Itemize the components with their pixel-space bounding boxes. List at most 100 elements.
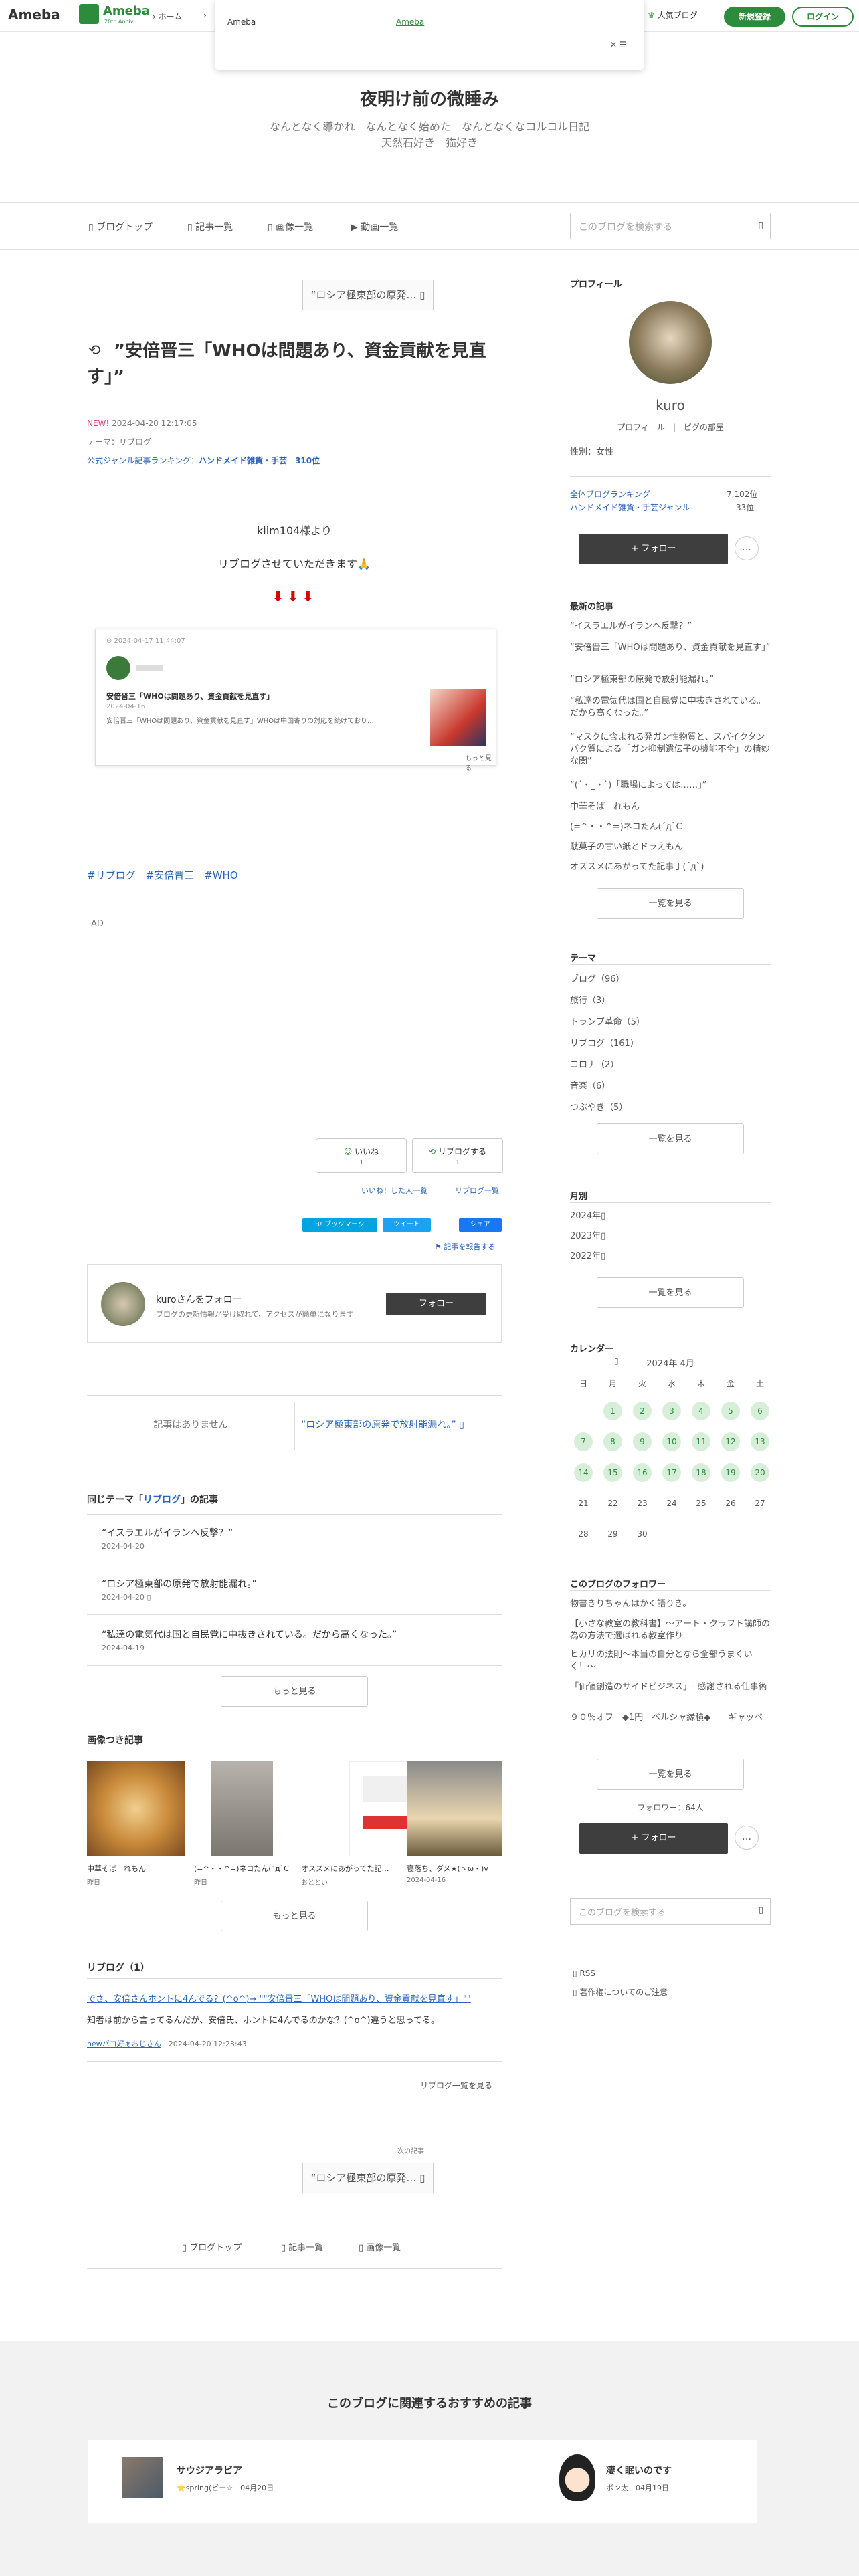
like-button[interactable]: ☺ いいね 1 — [316, 1138, 407, 1173]
follower-item[interactable]: 物書きりちゃんはかく語りき。 — [570, 1598, 771, 1610]
article-ranking[interactable]: 公式ジャンル記事ランキング：ハンドメイド雑貨・手芸 310位 — [87, 455, 320, 466]
latest-item[interactable]: “ロシア極東部の原発で放射能漏れ。” — [570, 674, 771, 686]
calendar-day[interactable]: 11 — [692, 1432, 710, 1451]
calendar-day[interactable]: 15 — [603, 1463, 622, 1482]
calendar-day[interactable]: 10 — [662, 1432, 681, 1451]
ameba-logo[interactable]: Ameba — [8, 7, 60, 23]
follower-item[interactable]: ヒカリの法則〜本当の自分となら全部うまくいく！〜 — [570, 1649, 771, 1673]
bottom-nav-articles[interactable]: ▯ 記事一覧 — [281, 2240, 323, 2253]
follower-item[interactable]: 【小さな教室の教科書】〜アート・クラフト講師の為の方法で選ばれる教室作り — [570, 1618, 771, 1642]
latest-item[interactable]: 駄菓子の甘い紙とドラえもん — [570, 841, 771, 853]
reblog-list-link[interactable]: リブログ一覧 — [455, 1185, 499, 1196]
signup-button[interactable]: 新規登録 — [724, 7, 785, 27]
month-item[interactable]: 2022年▯ — [570, 1251, 771, 1263]
popup-close-button[interactable]: ✕ ☰ — [610, 40, 627, 49]
blog-title[interactable]: 夜明け前の微睡み — [0, 86, 859, 110]
calendar-day[interactable]: 9 — [633, 1432, 652, 1451]
calendar-day[interactable]: 8 — [603, 1432, 622, 1451]
latest-item[interactable]: “マスクに含まれる発ガン性物質と、スパイクタンパク質による「ガン抑制遺伝子の機能… — [570, 732, 771, 768]
home-link[interactable]: › ホーム — [153, 11, 182, 22]
reblog-button[interactable]: ⟲ リブログする 1 — [412, 1138, 503, 1173]
rank-genre-link[interactable]: ハンドメイド雑貨・手芸ジャンル — [570, 502, 690, 513]
article-title[interactable]: ”安倍晋三「WHOは問題あり、資金貢献を見直す」” — [87, 338, 502, 391]
follower-item[interactable]: 「価値創造のサイドビジネス」- 感謝される仕事術 — [570, 1681, 771, 1693]
latest-item[interactable]: 中華そば れもん — [570, 801, 771, 813]
facebook-share-button[interactable]: シェア — [459, 1218, 502, 1232]
theme-item[interactable]: リブログ（161） — [570, 1038, 771, 1050]
profile-avatar[interactable] — [629, 301, 712, 384]
rss-link[interactable]: ▯ RSS — [573, 1969, 595, 1978]
sidebar-follow-button-2[interactable]: + フォロー — [579, 1823, 728, 1854]
liked-users-link[interactable]: いいね！した人一覧 — [361, 1185, 427, 1196]
blog-search-input[interactable]: このブログを検索する ▯ — [570, 213, 771, 239]
image-article-title[interactable]: 中華そば れもん — [87, 1863, 146, 1874]
hatena-bookmark-button[interactable]: B! ブックマーク — [302, 1218, 377, 1232]
header-link-2[interactable]: › — [203, 11, 207, 20]
theme-item[interactable]: つぶやき（5） — [570, 1102, 771, 1114]
nav-videos[interactable]: ▶ 動画一覧 — [351, 220, 398, 233]
search-icon[interactable]: ▯ — [759, 1905, 763, 1915]
next-article-button[interactable]: “ロシア極東部の原発… ▯ — [302, 2163, 434, 2193]
calendar-day[interactable]: 1 — [603, 1402, 622, 1420]
more-button[interactable]: もっと見る — [221, 1676, 368, 1707]
image-article-thumb-4[interactable] — [407, 1761, 502, 1856]
nav-articles[interactable]: ▯ 記事一覧 — [187, 220, 233, 233]
latest-item[interactable]: “イスラエルがイランへ反撃？” — [570, 621, 771, 633]
recommend-thumb-1[interactable] — [122, 2457, 163, 2498]
calendar-day[interactable]: 14 — [574, 1463, 593, 1482]
hashtags[interactable]: #リブログ #安倍晋三 #WHO — [87, 868, 238, 882]
follower-item[interactable]: ９０％オフ ◆1円 ベルシャ縁積◆ ギャッペ — [570, 1712, 771, 1724]
theme-item[interactable]: ブログ（96） — [570, 974, 771, 986]
image-article-thumb-1[interactable] — [87, 1761, 185, 1856]
latest-item[interactable]: (=^・・^=)ネコたん(´д`C — [570, 821, 771, 833]
calendar-day[interactable]: 5 — [721, 1402, 740, 1420]
calendar-day[interactable]: 13 — [751, 1432, 769, 1451]
list-item[interactable]: “ロシア極東部の原発で放射能漏れ。” — [102, 1577, 257, 1590]
embed-more[interactable]: もっと見る — [465, 752, 496, 772]
latest-item[interactable]: “安倍晋三「WHOは問題あり、資金貢献を見直す」” — [570, 642, 771, 654]
recommend-thumb-2[interactable] — [559, 2454, 595, 2501]
bottom-nav-images[interactable]: ▯ 画像一覧 — [359, 2240, 401, 2253]
image-article-thumb-2[interactable] — [211, 1761, 273, 1856]
followers-more-button[interactable]: 一覧を見る — [597, 1759, 744, 1790]
calendar-day[interactable]: 12 — [721, 1432, 740, 1451]
popup-link[interactable]: Ameba — [396, 17, 424, 27]
copyright-link[interactable]: ▯ 著作権についてのご注意 — [573, 1986, 668, 1998]
sidebar-search-input[interactable]: このブログを検索する ▯ — [570, 1898, 771, 1925]
recommend-title-1[interactable]: サウジアラビア — [177, 2464, 242, 2477]
theme-item[interactable]: トランプ革命（5） — [570, 1016, 771, 1029]
more-options-button-2[interactable]: … — [735, 1826, 759, 1850]
latest-item[interactable]: “私達の電気代は国と自民党に中抜きされている。だから高くなった。” — [570, 695, 771, 720]
calendar-day[interactable]: 6 — [751, 1402, 769, 1420]
bottom-nav-top[interactable]: ▯ ブログトップ — [182, 2240, 242, 2253]
month-item[interactable]: 2023年▯ — [570, 1230, 771, 1243]
reblog-entry-link[interactable]: でさ、安倍さんホントに4んでる？(^o^)→ ""安倍晋三「WHOは問題あり、資… — [87, 1992, 502, 2004]
search-icon[interactable]: ▯ — [758, 220, 763, 231]
calendar-day[interactable]: 19 — [721, 1463, 740, 1482]
list-item[interactable]: “イスラエルがイランへ反撃？” — [102, 1526, 233, 1539]
calendar-day[interactable]: 2 — [633, 1402, 652, 1420]
image-article-title[interactable]: 寝落ち、ダメ★(ヽω・)v — [407, 1863, 488, 1874]
sidebar-follow-button[interactable]: + フォロー — [579, 534, 728, 564]
login-button[interactable]: ログイン — [792, 7, 854, 27]
month-item[interactable]: 2024年▯ — [570, 1210, 771, 1222]
profile-name[interactable]: kuro — [570, 397, 771, 413]
next-article-link[interactable]: “ロシア極東部の原発で放射能漏れ。” ▯ — [301, 1418, 502, 1431]
list-item[interactable]: “私達の電気代は国と自民党に中抜きされている。だから高くなった。” — [102, 1628, 397, 1641]
more-options-button[interactable]: … — [735, 536, 759, 560]
follow-button[interactable]: フォロー — [386, 1293, 486, 1315]
theme-item[interactable]: 音楽（6） — [570, 1081, 771, 1093]
prev-article-button-top[interactable]: “ロシア極東部の原発… ▯ — [302, 280, 434, 310]
calendar-day[interactable]: 4 — [692, 1402, 710, 1420]
ameba-20th-logo-text[interactable]: Ameba — [103, 4, 150, 18]
nav-images[interactable]: ▯ 画像一覧 — [268, 220, 313, 233]
latest-item[interactable]: オススメにあがってた記事丁(´д`) — [570, 861, 771, 873]
month-more-button[interactable]: 一覧を見る — [597, 1277, 744, 1308]
more-button-2[interactable]: もっと見る — [221, 1901, 368, 1931]
article-theme[interactable]: テーマ：リブログ — [87, 436, 151, 447]
theme-item[interactable]: コロナ（2） — [570, 1059, 771, 1071]
calendar-day[interactable]: 18 — [692, 1463, 710, 1482]
tweet-button[interactable]: ツイート — [383, 1218, 431, 1232]
popular-blog-link[interactable]: ♛ 人気ブログ — [648, 9, 698, 21]
theme-more-button[interactable]: 一覧を見る — [597, 1123, 744, 1154]
